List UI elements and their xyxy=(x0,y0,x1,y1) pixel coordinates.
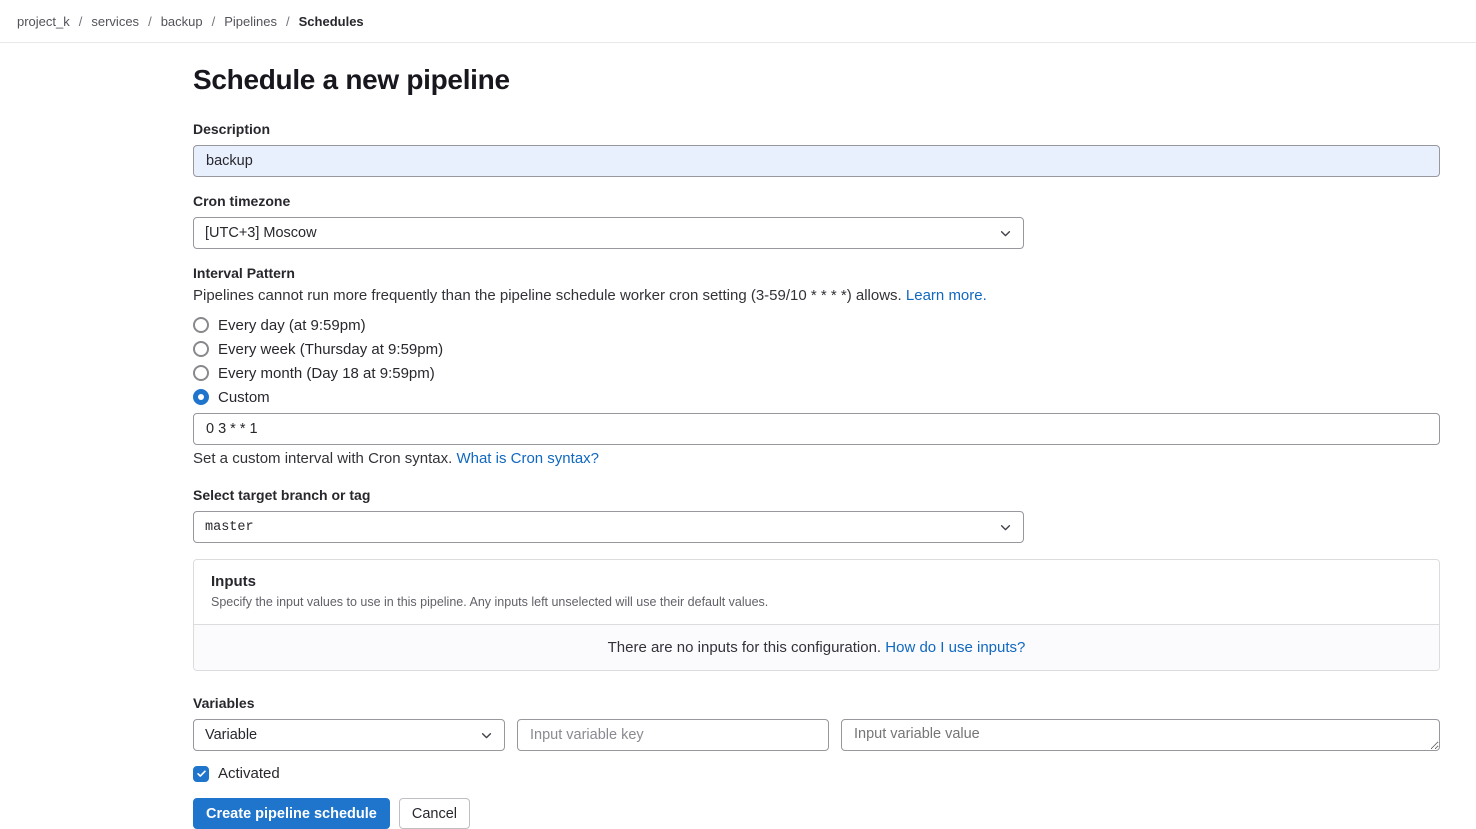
variable-type-selected-value: Variable xyxy=(205,727,257,743)
inputs-empty-state: There are no inputs for this configurati… xyxy=(194,625,1439,670)
interval-option-label: Every day (at 9:59pm) xyxy=(218,317,366,334)
inputs-empty-text: There are no inputs for this configurati… xyxy=(608,639,882,656)
custom-cron-input[interactable] xyxy=(193,413,1440,445)
inputs-card-header: Inputs Specify the input values to use i… xyxy=(194,560,1439,625)
interval-option-label: Every month (Day 18 at 9:59pm) xyxy=(218,365,435,382)
target-branch-group: Select target branch or tag master xyxy=(193,487,1440,543)
variables-group: Variables Variable xyxy=(193,695,1440,751)
cron-syntax-link[interactable]: What is Cron syntax? xyxy=(456,450,599,467)
breadcrumb-item-backup[interactable]: backup xyxy=(161,14,203,29)
cancel-button[interactable]: Cancel xyxy=(399,798,470,829)
variable-key-input[interactable] xyxy=(517,719,829,751)
custom-cron-help: Set a custom interval with Cron syntax. … xyxy=(193,450,1440,467)
variables-label: Variables xyxy=(193,695,1440,711)
checkbox-icon[interactable] xyxy=(193,766,209,782)
target-branch-selected-value: master xyxy=(205,520,254,535)
target-branch-select[interactable]: master xyxy=(193,511,1024,543)
breadcrumb-item-pipelines[interactable]: Pipelines xyxy=(224,14,277,29)
variable-type-select[interactable]: Variable xyxy=(193,719,505,751)
breadcrumb-item-project[interactable]: project_k xyxy=(17,14,70,29)
chevron-down-icon xyxy=(999,521,1012,534)
interval-pattern-label: Interval Pattern xyxy=(193,265,1440,281)
activated-label: Activated xyxy=(218,765,280,782)
interval-pattern-group: Interval Pattern Pipelines cannot run mo… xyxy=(193,265,1440,467)
interval-options: Every day (at 9:59pm) Every week (Thursd… xyxy=(193,313,1440,409)
cron-timezone-selected-value: [UTC+3] Moscow xyxy=(205,225,317,241)
interval-option-label: Every week (Thursday at 9:59pm) xyxy=(218,341,443,358)
target-branch-label: Select target branch or tag xyxy=(193,487,1440,503)
breadcrumb-item-services[interactable]: services xyxy=(91,14,139,29)
chevron-down-icon xyxy=(480,729,493,742)
description-input[interactable] xyxy=(193,145,1440,177)
inputs-card-description: Specify the input values to use in this … xyxy=(211,595,1422,609)
interval-option-label: Custom xyxy=(218,389,270,406)
interval-option-custom[interactable]: Custom xyxy=(193,385,1440,409)
learn-more-link[interactable]: Learn more. xyxy=(906,287,987,304)
radio-icon[interactable] xyxy=(193,365,209,381)
schedule-form: Schedule a new pipeline Description Cron… xyxy=(193,64,1440,829)
form-actions: Create pipeline schedule Cancel xyxy=(193,798,1440,829)
inputs-card-title: Inputs xyxy=(211,573,1422,590)
activated-checkbox-row[interactable]: Activated xyxy=(193,765,1440,782)
cron-timezone-group: Cron timezone [UTC+3] Moscow xyxy=(193,193,1440,249)
variable-value-textarea[interactable] xyxy=(841,719,1440,751)
inputs-card: Inputs Specify the input values to use i… xyxy=(193,559,1440,671)
chevron-down-icon xyxy=(999,227,1012,240)
breadcrumb-separator: / xyxy=(212,14,216,29)
breadcrumb-separator: / xyxy=(79,14,83,29)
breadcrumb: project_k / services / backup / Pipeline… xyxy=(0,0,1476,43)
radio-icon[interactable] xyxy=(193,317,209,333)
cron-timezone-label: Cron timezone xyxy=(193,193,1440,209)
interval-option-every-month[interactable]: Every month (Day 18 at 9:59pm) xyxy=(193,361,1440,385)
interval-option-every-week[interactable]: Every week (Thursday at 9:59pm) xyxy=(193,337,1440,361)
radio-icon[interactable] xyxy=(193,341,209,357)
page-title: Schedule a new pipeline xyxy=(193,64,1440,96)
breadcrumb-item-schedules: Schedules xyxy=(299,14,364,29)
interval-option-every-day[interactable]: Every day (at 9:59pm) xyxy=(193,313,1440,337)
create-pipeline-schedule-button[interactable]: Create pipeline schedule xyxy=(193,798,390,829)
description-group: Description xyxy=(193,121,1440,177)
breadcrumb-separator: / xyxy=(286,14,290,29)
custom-cron-help-text: Set a custom interval with Cron syntax. xyxy=(193,450,452,467)
inputs-help-link[interactable]: How do I use inputs? xyxy=(885,639,1025,656)
variables-row: Variable xyxy=(193,719,1440,751)
description-label: Description xyxy=(193,121,1440,137)
radio-icon[interactable] xyxy=(193,389,209,405)
interval-pattern-help: Pipelines cannot run more frequently tha… xyxy=(193,287,1440,304)
interval-pattern-help-text: Pipelines cannot run more frequently tha… xyxy=(193,287,902,304)
cron-timezone-select[interactable]: [UTC+3] Moscow xyxy=(193,217,1024,249)
breadcrumb-separator: / xyxy=(148,14,152,29)
